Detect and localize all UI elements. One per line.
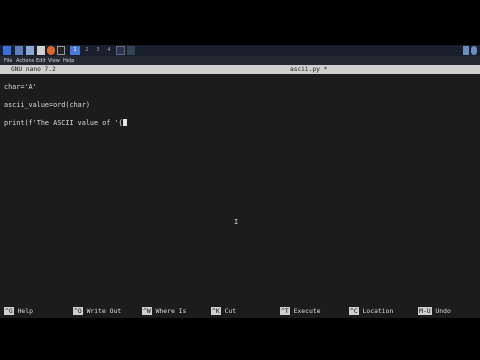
network-icon[interactable]	[463, 46, 469, 55]
nano-help-bar: ^G Help ^O Write Out ^W Where Is ^K Cut …	[0, 306, 480, 316]
help-item-cut[interactable]: ^K Cut	[211, 306, 236, 316]
help-key-help: ^G	[4, 307, 14, 315]
workspace-2[interactable]: 2	[82, 46, 92, 55]
help-label-undo: Undo	[435, 307, 451, 315]
help-key-where-is: ^W	[142, 307, 152, 315]
help-key-undo: M-U	[418, 307, 432, 315]
help-item-where-is[interactable]: ^W Where Is	[142, 306, 186, 316]
code-line-3: print(f'The ASCII value of '{	[4, 119, 127, 128]
help-item-help[interactable]: ^G Help	[4, 306, 33, 316]
code-line-3-text: print(f'The ASCII value of '{	[4, 119, 123, 127]
kali-menu-icon[interactable]	[3, 46, 11, 55]
menu-view[interactable]: View	[48, 58, 60, 64]
help-item-undo[interactable]: M-U Undo	[418, 306, 451, 316]
active-terminal-window-icon[interactable]	[116, 46, 125, 55]
nano-title-bar: GNU nano 7.2 ascii.py *	[0, 65, 480, 74]
nano-version: GNU nano 7.2	[11, 66, 56, 73]
mouse-ibeam-cursor: I	[234, 218, 239, 226]
menu-actions[interactable]: Actions	[16, 58, 34, 64]
terminal-menu-bar: File Actions Edit View Help	[0, 56, 480, 65]
help-label-cut: Cut	[224, 307, 237, 315]
power-icon[interactable]	[471, 46, 477, 55]
help-label-execute: Execute	[293, 307, 321, 315]
help-label-where-is: Where Is	[155, 307, 187, 315]
nano-filename: ascii.py *	[290, 66, 328, 73]
help-key-cut: ^K	[211, 307, 221, 315]
workspace-1[interactable]: 1	[70, 46, 80, 55]
code-line-2: ascii_value=ord(char)	[4, 101, 90, 109]
help-key-location: ^C	[349, 307, 359, 315]
help-item-location[interactable]: ^C Location	[349, 306, 393, 316]
menu-edit[interactable]: Edit	[36, 58, 46, 64]
menu-file[interactable]: File	[4, 58, 12, 64]
help-item-execute[interactable]: ^T Execute	[280, 306, 321, 316]
terminal-icon[interactable]	[57, 46, 65, 55]
help-label-write-out: Write Out	[86, 307, 122, 315]
folder-icon[interactable]	[37, 46, 45, 55]
file-manager-icon[interactable]	[26, 46, 34, 55]
help-key-write-out: ^O	[73, 307, 83, 315]
help-item-write-out[interactable]: ^O Write Out	[73, 306, 121, 316]
taskbar-window-icon[interactable]	[127, 46, 135, 55]
firefox-icon[interactable]	[47, 46, 55, 55]
taskbar: 1 2 3 4	[0, 45, 480, 56]
code-line-1: char='A'	[4, 83, 37, 91]
help-label-location: Location	[362, 307, 394, 315]
help-label-help: Help	[17, 307, 33, 315]
menu-help[interactable]: Help	[63, 58, 74, 64]
workspace-4[interactable]: 4	[104, 46, 114, 55]
terminal-launcher-icon[interactable]	[15, 46, 23, 55]
text-cursor	[122, 119, 127, 126]
code-editor[interactable]: char='A' ascii_value=ord(char) print(f'T…	[4, 74, 127, 137]
help-key-execute: ^T	[280, 307, 290, 315]
workspace-3[interactable]: 3	[93, 46, 103, 55]
